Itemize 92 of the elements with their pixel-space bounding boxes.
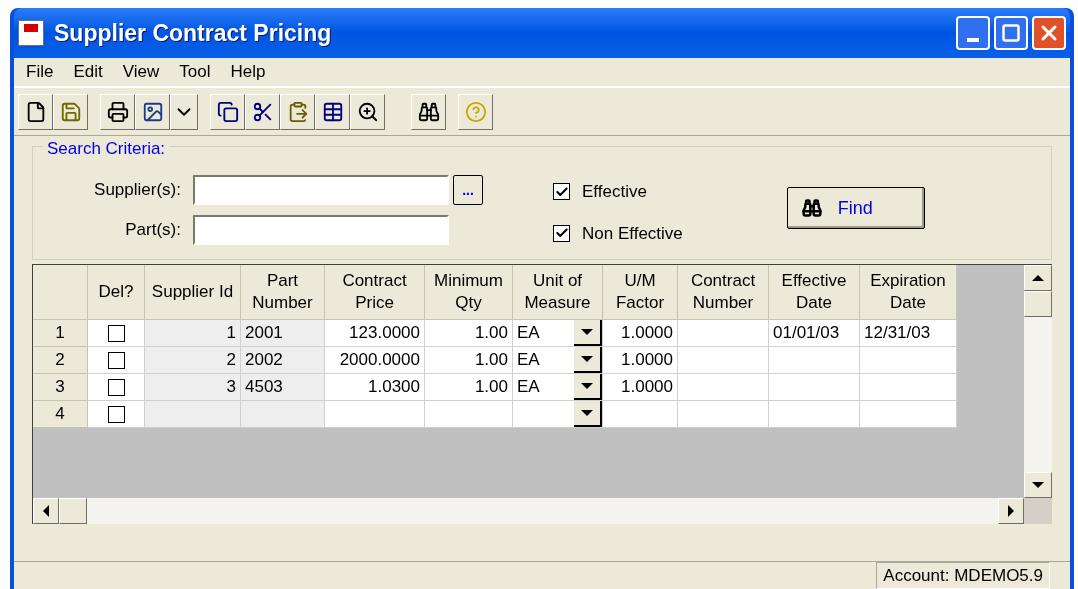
table-cell: 3 xyxy=(145,374,241,401)
copy-button[interactable] xyxy=(210,93,245,130)
table-cell: 1.00 xyxy=(425,374,513,401)
delete-checkbox[interactable] xyxy=(107,378,125,396)
checkbox[interactable] xyxy=(553,224,570,242)
table-cell: 123.0000 xyxy=(325,320,425,347)
scroll-thumb[interactable] xyxy=(59,498,87,524)
column-header[interactable]: Contract Number xyxy=(678,265,769,320)
part-field[interactable] xyxy=(193,215,449,245)
dropdown-button[interactable] xyxy=(170,93,198,130)
delete-checkbox[interactable] xyxy=(107,351,125,369)
table-cell: 1.0000 xyxy=(603,374,678,401)
find-button[interactable] xyxy=(411,93,446,130)
scroll-down-button[interactable] xyxy=(1024,472,1052,498)
table-cell: 1.00 xyxy=(425,347,513,374)
image-icon xyxy=(141,100,164,123)
table-icon xyxy=(321,100,344,123)
scroll-thumb[interactable] xyxy=(1024,291,1052,317)
zoom-icon xyxy=(356,100,379,123)
horizontal-scrollbar[interactable] xyxy=(33,498,1024,524)
row-header[interactable]: 4 xyxy=(33,401,88,428)
help-icon xyxy=(464,100,487,123)
table-cell: 1 xyxy=(145,320,241,347)
paste-button[interactable] xyxy=(280,93,315,130)
menu-item[interactable]: View xyxy=(122,59,160,85)
column-header[interactable]: Contract Price xyxy=(325,265,425,320)
table-cell: 1.0300 xyxy=(325,374,425,401)
menu-item[interactable]: File xyxy=(26,59,54,85)
table-cell: 4503 xyxy=(241,374,325,401)
cut-button[interactable] xyxy=(245,93,280,130)
save-icon xyxy=(59,100,82,123)
save-button[interactable] xyxy=(53,93,88,130)
checkbox[interactable] xyxy=(553,183,570,201)
supplier-field[interactable] xyxy=(193,175,449,205)
column-header[interactable]: Effective Date xyxy=(769,265,860,320)
print-icon xyxy=(106,100,129,123)
table-cell: 2000.0000 xyxy=(325,347,425,374)
help-button[interactable] xyxy=(458,93,493,130)
new-button[interactable] xyxy=(18,93,53,130)
menu-item[interactable]: Tool xyxy=(179,59,211,85)
binoculars-icon xyxy=(801,198,822,218)
table-cell[interactable]: EA xyxy=(513,374,603,401)
maximize-icon xyxy=(1001,23,1021,43)
column-header[interactable]: U/M Factor xyxy=(603,265,678,320)
find-button[interactable]: Find xyxy=(786,187,925,229)
row-header[interactable]: 3 xyxy=(33,374,88,401)
table-cell: 2002 xyxy=(241,347,325,374)
window-title: Supplier Contract Pricing xyxy=(54,18,333,48)
column-header[interactable]: Supplier Id xyxy=(145,265,241,320)
table-cell: 1.0000 xyxy=(603,347,678,374)
row-header[interactable]: 2 xyxy=(33,347,88,374)
table-cell[interactable] xyxy=(513,401,603,428)
close-button[interactable] xyxy=(1032,16,1066,50)
table-cell: 1.00 xyxy=(425,320,513,347)
maximize-button[interactable] xyxy=(994,16,1028,50)
app-icon xyxy=(18,20,44,46)
scrollbar-corner xyxy=(1024,498,1052,524)
browse-button[interactable]: ... xyxy=(453,175,483,205)
table-cell: 12/31/03 xyxy=(860,320,957,347)
checkbox-label: Effective xyxy=(582,181,647,203)
table-cell: 2 xyxy=(145,347,241,374)
cut-icon xyxy=(251,100,274,123)
copy-icon xyxy=(216,100,239,123)
status-account: Account: MDEMO5.9 xyxy=(876,561,1050,589)
table-cell[interactable]: EA xyxy=(513,320,603,347)
menu-item[interactable]: Edit xyxy=(73,59,103,85)
field-label: Supplier(s): xyxy=(93,179,182,202)
table-cell: 2001 xyxy=(241,320,325,347)
print-button[interactable] xyxy=(100,93,135,130)
menu-item[interactable]: Help xyxy=(230,59,266,85)
column-header[interactable]: Expiration Date xyxy=(860,265,957,320)
table-button[interactable] xyxy=(315,93,350,130)
row-header[interactable]: 1 xyxy=(33,320,88,347)
scroll-right-button[interactable] xyxy=(998,498,1024,524)
delete-checkbox[interactable] xyxy=(107,405,125,423)
scroll-up-button[interactable] xyxy=(1024,265,1052,291)
find-icon xyxy=(417,100,440,123)
vertical-scrollbar[interactable] xyxy=(1024,265,1052,498)
delete-checkbox[interactable] xyxy=(107,324,125,342)
scroll-left-button[interactable] xyxy=(33,498,59,524)
column-header[interactable]: Minimum Qty xyxy=(425,265,513,320)
column-header[interactable]: Unit of Measure xyxy=(513,265,603,320)
table-cell: 1.0000 xyxy=(603,320,678,347)
field-label: Part(s): xyxy=(124,219,182,242)
table-cell: 01/01/03 xyxy=(769,320,860,347)
zoom-button[interactable] xyxy=(350,93,385,130)
column-header[interactable]: Part Number xyxy=(241,265,325,320)
table-cell[interactable]: EA xyxy=(513,347,603,374)
minimize-button[interactable] xyxy=(956,16,990,50)
column-header[interactable]: Del? xyxy=(88,265,145,320)
image-button[interactable] xyxy=(135,93,170,130)
checkbox-label: Non Effective xyxy=(582,222,683,245)
